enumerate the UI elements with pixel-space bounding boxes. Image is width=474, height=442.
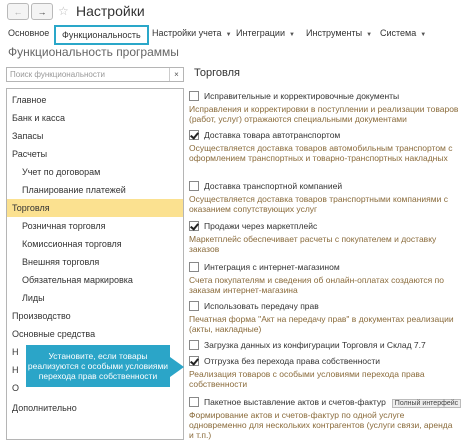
option-description: Осуществляется доставка товаров транспор… [189,194,448,214]
callout-pointer [170,357,184,377]
sidebar-item-foreign-trade[interactable]: Внешняя торговля [7,253,183,271]
sidebar-item-stock[interactable]: Запасы [7,127,183,145]
sidebar-item-fixed-assets[interactable]: Основные средства [7,325,183,343]
sidebar-item-marking[interactable]: Обязательная маркировка [7,271,183,289]
option-checkbox[interactable] [189,221,199,231]
sidebar-item-payment-planning[interactable]: Планирование платежей [7,181,183,199]
section-title: Функциональность программы [8,45,179,59]
option-checkbox[interactable] [189,130,199,140]
window-title: Настройки [76,3,145,19]
option-label[interactable]: Доставка товара автотранспортом [204,130,340,140]
sidebar-item-settlements[interactable]: Расчеты [7,145,183,163]
tab-system[interactable]: Система ▼ [380,28,426,38]
option-checkbox[interactable] [189,91,199,101]
forward-button[interactable]: → [31,3,53,20]
option-label[interactable]: Отгрузка без перехода права собственност… [204,356,380,366]
option-description: Реализация товаров с особыми условиями п… [189,369,425,389]
sidebar-item-additional[interactable]: Дополнительно [7,399,183,417]
sidebar-item-trade[interactable]: Торговля [7,199,183,217]
search-input[interactable]: Поиск функциональности × [6,67,184,82]
tab-tools[interactable]: Инструменты ▼ [306,28,372,38]
chevron-down-icon: ▼ [366,32,373,38]
option-label[interactable]: Использовать передачу прав [204,301,319,311]
option-checkbox[interactable] [189,340,199,350]
title-bar: ← → ☆ Настройки [0,0,474,24]
option-label[interactable]: Исправительные и корректировочные докуме… [204,91,399,101]
search-placeholder: Поиск функциональности [10,70,106,79]
sidebar: Главное Банк и касса Запасы Расчеты Учет… [6,88,184,440]
tab-integrations[interactable]: Интеграции ▼ [236,28,295,38]
option-description: Формирование актов и счетов-фактур по од… [189,410,453,440]
tab-accounting-settings[interactable]: Настройки учета ▼ [152,28,232,38]
tooltip-callout: Установите, если товары реализуются с ос… [26,345,170,387]
option-label[interactable]: Доставка транспортной компанией [204,181,342,191]
tab-main[interactable]: Основное [8,28,49,38]
option-label[interactable]: Загрузка данных из конфигурации Торговля… [204,340,426,350]
sidebar-item-commission[interactable]: Комиссионная торговля [7,235,183,253]
back-button[interactable]: ← [7,3,29,20]
option-description: Осуществляется доставка товаров автомоби… [189,143,453,163]
option-checkbox[interactable] [189,262,199,272]
sidebar-item-production[interactable]: Производство [7,307,183,325]
option-description: Печатная форма "Акт на передачу прав" в … [189,314,454,334]
option-label[interactable]: Пакетное выставление актов и счетов-факт… [204,397,462,408]
full-interface-badge: Полный интерфейс [391,399,462,408]
option-label[interactable]: Интеграция с интернет-магазином [204,262,340,272]
arrow-left-icon: ← [13,6,23,17]
content-title: Торговля [194,67,240,79]
clear-icon[interactable]: × [169,68,183,81]
sidebar-item-retail[interactable]: Розничная торговля [7,217,183,235]
arrow-right-icon: → [37,6,47,17]
tab-functionality[interactable]: Функциональность [54,25,149,45]
option-checkbox[interactable] [189,181,199,191]
sidebar-item-contracts[interactable]: Учет по договорам [7,163,183,181]
option-description: Маркетплейс обеспечивает расчеты с покуп… [189,234,437,254]
favorite-star-icon[interactable]: ☆ [58,4,69,18]
chevron-down-icon: ▼ [225,32,232,38]
option-checkbox[interactable] [189,397,199,407]
chevron-down-icon: ▼ [288,32,295,38]
sidebar-item-bank[interactable]: Банк и касса [7,109,183,127]
option-checkbox[interactable] [189,301,199,311]
tab-bar: Основное Функциональность Настройки учет… [0,24,474,46]
option-description: Счета покупателям и сведения об онлайн-о… [189,275,444,295]
sidebar-item-leads[interactable]: Лиды [7,289,183,307]
sidebar-item-main[interactable]: Главное [7,91,183,109]
option-label[interactable]: Продажи через маркетплейс [204,221,317,231]
option-checkbox[interactable] [189,356,199,366]
chevron-down-icon: ▼ [420,32,427,38]
option-description: Исправления и корректировки в поступлени… [189,104,459,124]
